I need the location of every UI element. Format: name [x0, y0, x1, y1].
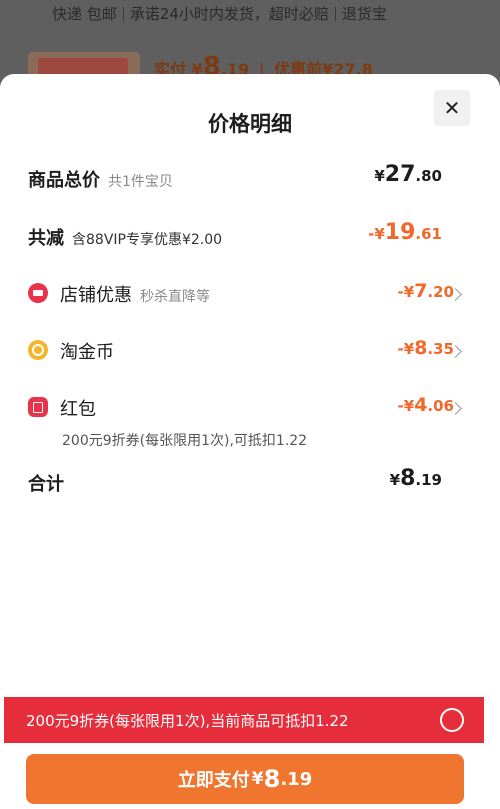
total-price-title: 商品总价	[28, 170, 100, 191]
close-button[interactable]: ✕	[434, 90, 470, 126]
pay-now-button[interactable]: 立即支付 ¥8.19	[26, 754, 464, 804]
pay-now-label: 立即支付	[177, 770, 250, 791]
taobao-coins-amount: -¥8.35	[398, 337, 454, 359]
total-price-label: 商品总价 共1件宝贝	[28, 166, 173, 192]
delivery-item: 承诺24小时内发货，超时必赔	[129, 5, 329, 23]
pay-amount-int: 8	[263, 765, 281, 793]
coin-icon-mark	[32, 344, 44, 356]
amount-dec: .80	[415, 167, 442, 185]
currency: -¥	[368, 225, 385, 243]
amount-int: 4	[414, 394, 428, 416]
amount-int: 7	[414, 280, 428, 302]
shop-coupon-icon	[28, 283, 48, 303]
shop-discount-note: 秒杀直降等	[140, 289, 210, 305]
currency: ¥	[389, 471, 401, 489]
shop-discount-amount: -¥7.20	[398, 280, 454, 302]
currency: ¥	[374, 167, 385, 185]
discount-amount: -¥19.61	[368, 220, 442, 245]
vip-discount-note: 含88VIP专享优惠¥2.00	[72, 232, 223, 248]
pay-amount-dec: .19	[280, 768, 313, 790]
discount-title: 共减	[28, 228, 64, 249]
shop-discount-title: 店铺优惠	[60, 285, 132, 306]
red-packet-detail: 200元9折券(每张限用1次),可抵扣1.22	[62, 433, 308, 449]
total-price-amount: ¥27.80	[374, 162, 442, 187]
amount-int: 19	[384, 220, 416, 245]
red-packet-icon	[28, 397, 48, 417]
coupon-bar[interactable]: 200元9折券(每张限用1次),当前商品可抵扣1.22	[4, 697, 484, 743]
close-icon: ✕	[443, 96, 461, 120]
taobao-coins-label: 淘金币	[60, 342, 114, 363]
divider	[122, 7, 124, 21]
divider	[334, 7, 336, 21]
delivery-item: 退货宝	[341, 5, 387, 23]
discount-label: 共减 含88VIP专享优惠¥2.00	[28, 224, 222, 250]
currency: -¥	[397, 283, 415, 301]
shop-discount-label: 店铺优惠 秒杀直降等	[60, 281, 210, 307]
pay-currency: ¥	[251, 769, 264, 789]
amount-dec: .19	[415, 471, 442, 489]
currency: -¥	[397, 397, 415, 415]
coupon-radio[interactable]	[440, 708, 464, 732]
coin-icon	[28, 340, 48, 360]
sheet-title: 价格明细	[208, 112, 292, 136]
amount-int: 27	[384, 162, 416, 187]
red-packet-amount: -¥4.06	[398, 394, 454, 416]
red-packet-icon-mark	[33, 402, 43, 413]
delivery-info: 快递 包邮 承诺24小时内发货，超时必赔 退货宝	[52, 3, 387, 24]
currency: -¥	[397, 340, 415, 358]
grand-total-label: 合计	[28, 474, 64, 495]
amount-int: 8	[414, 337, 428, 359]
amount-int: 8	[400, 466, 416, 491]
delivery-item: 快递 包邮	[52, 5, 117, 23]
item-count: 共1件宝贝	[108, 174, 173, 190]
red-packet-label: 红包	[60, 399, 96, 420]
shop-coupon-icon-mark	[33, 290, 43, 296]
grand-total-amount: ¥8.19	[390, 466, 442, 491]
amount-dec: .61	[415, 225, 442, 243]
coupon-bar-text: 200元9折券(每张限用1次),当前商品可抵扣1.22	[26, 712, 349, 730]
